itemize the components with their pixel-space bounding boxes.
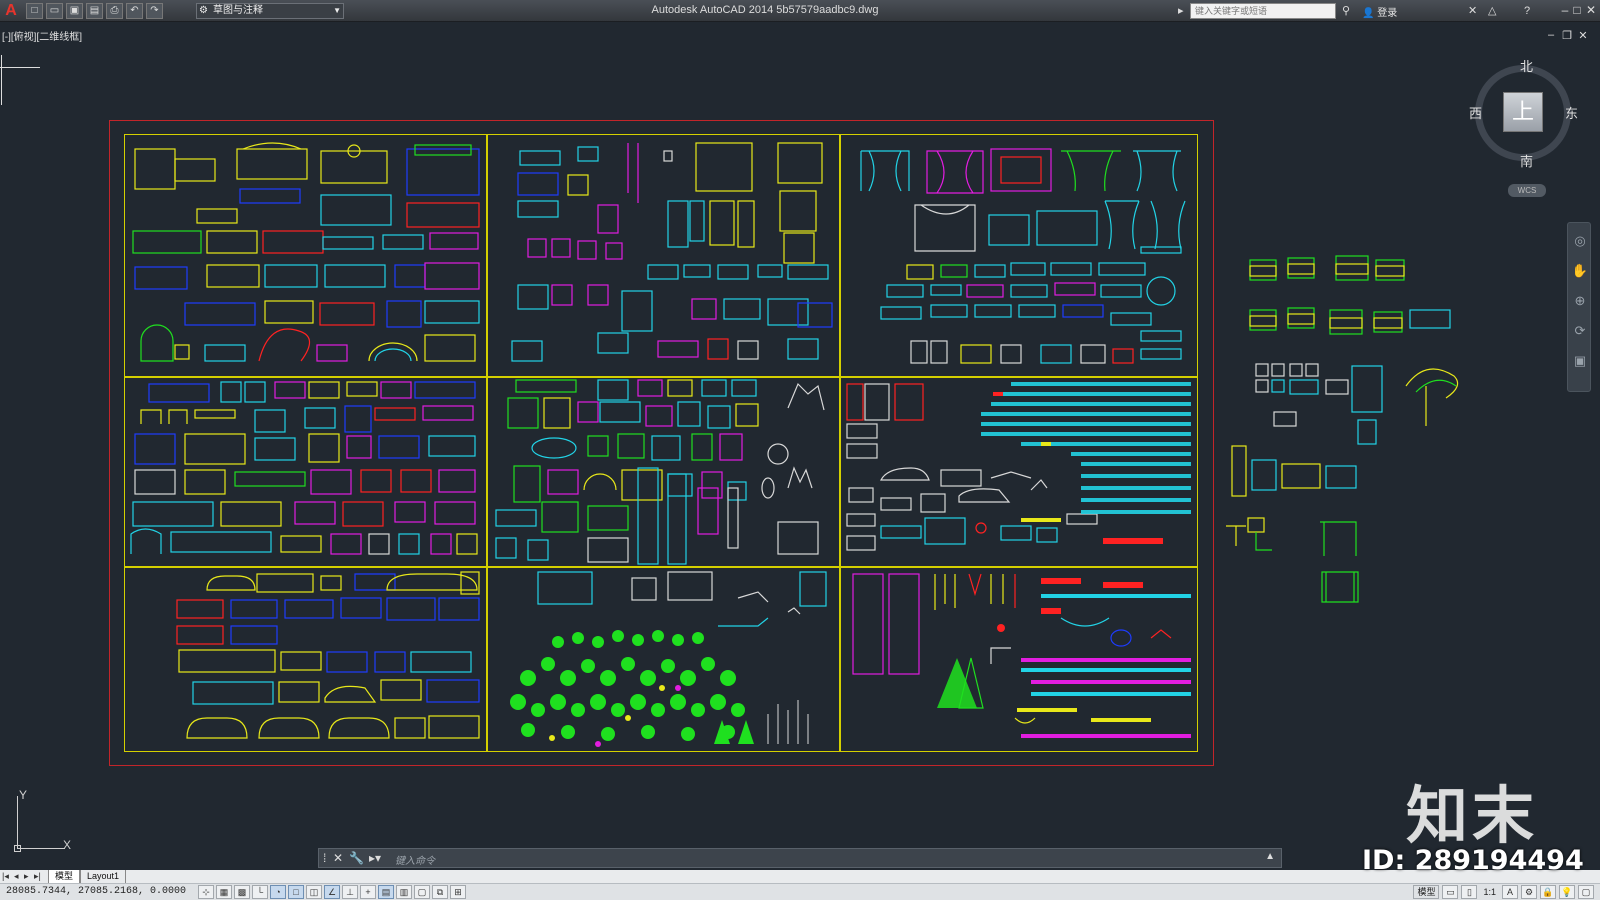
infer-constraints-icon[interactable]: ⊹ — [198, 885, 214, 899]
panel-curtains — [840, 134, 1198, 377]
viewcube[interactable]: 上 北 南 东 西 — [1469, 59, 1578, 169]
compass-west[interactable]: 西 — [1469, 103, 1482, 122]
search-input[interactable]: 键入关键字或短语 — [1190, 3, 1336, 19]
clean-screen-icon[interactable]: ▢ — [1578, 885, 1594, 899]
recent-commands-icon[interactable]: ▸▾ — [369, 851, 381, 865]
dynamic-ucs-icon[interactable]: ⊥ — [342, 885, 358, 899]
grip-icon[interactable]: ⁞ — [323, 851, 326, 865]
panel-lighting — [840, 567, 1198, 752]
next-tab-icon[interactable]: ▸ — [24, 870, 29, 883]
ucs-x-axis — [17, 848, 65, 849]
ucs-x-label: X — [63, 838, 72, 852]
login-button[interactable]: 👤 登录 — [1362, 4, 1397, 19]
navigation-bar: ◎ ✋ ⊕ ⟳ ▣ — [1567, 222, 1591, 392]
showmotion-icon[interactable]: ▣ — [1568, 349, 1592, 373]
drawing-close-button[interactable]: ✕ — [1576, 29, 1590, 42]
close-button[interactable]: ✕ — [1582, 2, 1600, 19]
viewcube-top-face[interactable]: 上 — [1503, 92, 1543, 132]
drafting-settings: ⊹ ▦ ▩ └ ◔ □ ◫ ∠ ⊥ + ▤ ▥ ▢ ⧉ ⊞ — [198, 885, 466, 899]
polar-tracking-icon[interactable]: ◔ — [270, 885, 286, 899]
snap-mode-icon[interactable]: ▦ — [216, 885, 232, 899]
lock-icon[interactable]: 🔒 — [1540, 885, 1556, 899]
exchange-icon[interactable]: ✕ — [1468, 3, 1477, 19]
lighting-blocks — [852, 573, 1191, 738]
status-bar: 28085.7344, 27085.2168, 0.0000 ⊹ ▦ ▩ └ ◔… — [0, 883, 1600, 900]
3d-osnap-icon[interactable]: ◫ — [306, 885, 322, 899]
close-icon[interactable]: ✕ — [333, 851, 343, 865]
side-blocks — [1226, 255, 1459, 603]
viewport-controls-label[interactable]: [-][俯视][二维线框] — [2, 28, 82, 43]
lineweight-icon[interactable]: ▤ — [378, 885, 394, 899]
curtains-blocks — [860, 148, 1186, 364]
compass-south[interactable]: 南 — [1520, 151, 1533, 170]
autocad-window: A □ ▭ ▣ ▤ ⎙ ↶ ↷ ⚙ 草图与注释 ▼ Autodesk AutoC… — [0, 0, 1600, 900]
model-space-toggle[interactable]: 模型 — [1413, 885, 1440, 899]
watermark-logo: 知末 — [1406, 779, 1539, 852]
quick-view-icon[interactable]: ▯ — [1461, 885, 1478, 899]
zoom-icon[interactable]: ⊕ — [1568, 289, 1592, 313]
watermark-id: ID: 289194494 — [1362, 845, 1584, 876]
compass-north[interactable]: 北 — [1520, 56, 1533, 75]
beds-blocks — [132, 142, 480, 362]
panel-bathroom — [487, 134, 840, 377]
first-tab-icon[interactable]: |◂ — [2, 870, 9, 883]
transparency-icon[interactable]: ▥ — [396, 885, 412, 899]
layout-icon[interactable]: ▭ — [1442, 885, 1459, 899]
object-snap-tracking-icon[interactable]: ∠ — [324, 885, 340, 899]
object-snap-icon[interactable]: □ — [288, 885, 304, 899]
ucs-y-label: Y — [19, 788, 28, 802]
ucs-origin — [14, 845, 21, 852]
pan-icon[interactable]: ✋ — [1568, 259, 1592, 283]
orbit-icon[interactable]: ⟳ — [1568, 319, 1592, 343]
decor-blocks — [495, 379, 825, 565]
crosshair-cursor-vertical — [1, 55, 2, 105]
compass-east[interactable]: 东 — [1565, 103, 1578, 122]
steering-wheel-icon[interactable]: ◎ — [1568, 229, 1592, 253]
panel-beds — [124, 134, 487, 377]
panel-sofas — [124, 567, 487, 752]
vehicles-blocks — [846, 382, 1191, 551]
tab-layout1[interactable]: Layout1 — [80, 870, 127, 883]
crosshair-cursor — [0, 67, 40, 68]
a360-icon[interactable]: △ — [1488, 3, 1496, 19]
login-label: 登录 — [1377, 8, 1398, 19]
help-icon[interactable]: ? — [1524, 3, 1530, 19]
workspace-switch-icon[interactable]: ⚙ — [1521, 885, 1537, 899]
panel-vehicles-people — [840, 377, 1198, 567]
panel-decor — [487, 377, 840, 567]
tab-model[interactable]: 模型 — [48, 870, 81, 883]
isolate-objects-icon[interactable]: 💡 — [1559, 885, 1575, 899]
prev-tab-icon[interactable]: ◂ — [14, 870, 19, 883]
annotation-scale[interactable]: 1:1 — [1480, 885, 1499, 899]
layout-tabs-bar: |◂ ◂ ▸ ▸| 模型 Layout1 — [0, 870, 1600, 883]
plants-blocks — [510, 571, 827, 747]
ucs-y-axis — [17, 796, 18, 848]
command-line: ⁞ ✕ 🔧 ▸▾ 键入命令 ▲ — [318, 848, 1282, 868]
dynamic-input-icon[interactable]: + — [360, 885, 376, 899]
annotation-visibility-icon[interactable]: A — [1502, 885, 1518, 899]
chevron-up-icon[interactable]: ▲ — [1265, 851, 1275, 862]
grid-display-icon[interactable]: ▩ — [234, 885, 250, 899]
status-right: 模型 ▭ ▯ 1:1 A ⚙ 🔒 💡 ▢ — [1413, 885, 1594, 899]
chevron-right-icon[interactable]: ▸ — [1178, 3, 1184, 19]
wrench-icon[interactable]: 🔧 — [349, 851, 364, 865]
drawing-restore-button[interactable]: ❐ — [1560, 29, 1574, 42]
selection-cycling-icon[interactable]: ⧉ — [432, 885, 448, 899]
dining-blocks — [130, 381, 478, 555]
panel-plants — [487, 567, 840, 752]
wcs-menu[interactable]: WCS — [1508, 184, 1546, 197]
panel-dining — [124, 377, 487, 567]
quick-properties-icon[interactable]: ▢ — [414, 885, 430, 899]
title-bar: A □ ▭ ▣ ▤ ⎙ ↶ ↷ ⚙ 草图与注释 ▼ Autodesk AutoC… — [0, 0, 1600, 22]
ortho-mode-icon[interactable]: └ — [252, 885, 268, 899]
coordinates-readout[interactable]: 28085.7344, 27085.2168, 0.0000 — [6, 886, 186, 897]
binoculars-icon[interactable]: ⚲ — [1342, 3, 1350, 19]
bathroom-blocks — [511, 142, 833, 362]
sofas-blocks — [176, 571, 480, 739]
command-input[interactable]: 键入命令 — [395, 852, 435, 867]
last-tab-icon[interactable]: ▸| — [34, 870, 41, 883]
drawing-minimize-button[interactable]: – — [1544, 29, 1558, 41]
annotation-monitor-icon[interactable]: ⊞ — [450, 885, 466, 899]
